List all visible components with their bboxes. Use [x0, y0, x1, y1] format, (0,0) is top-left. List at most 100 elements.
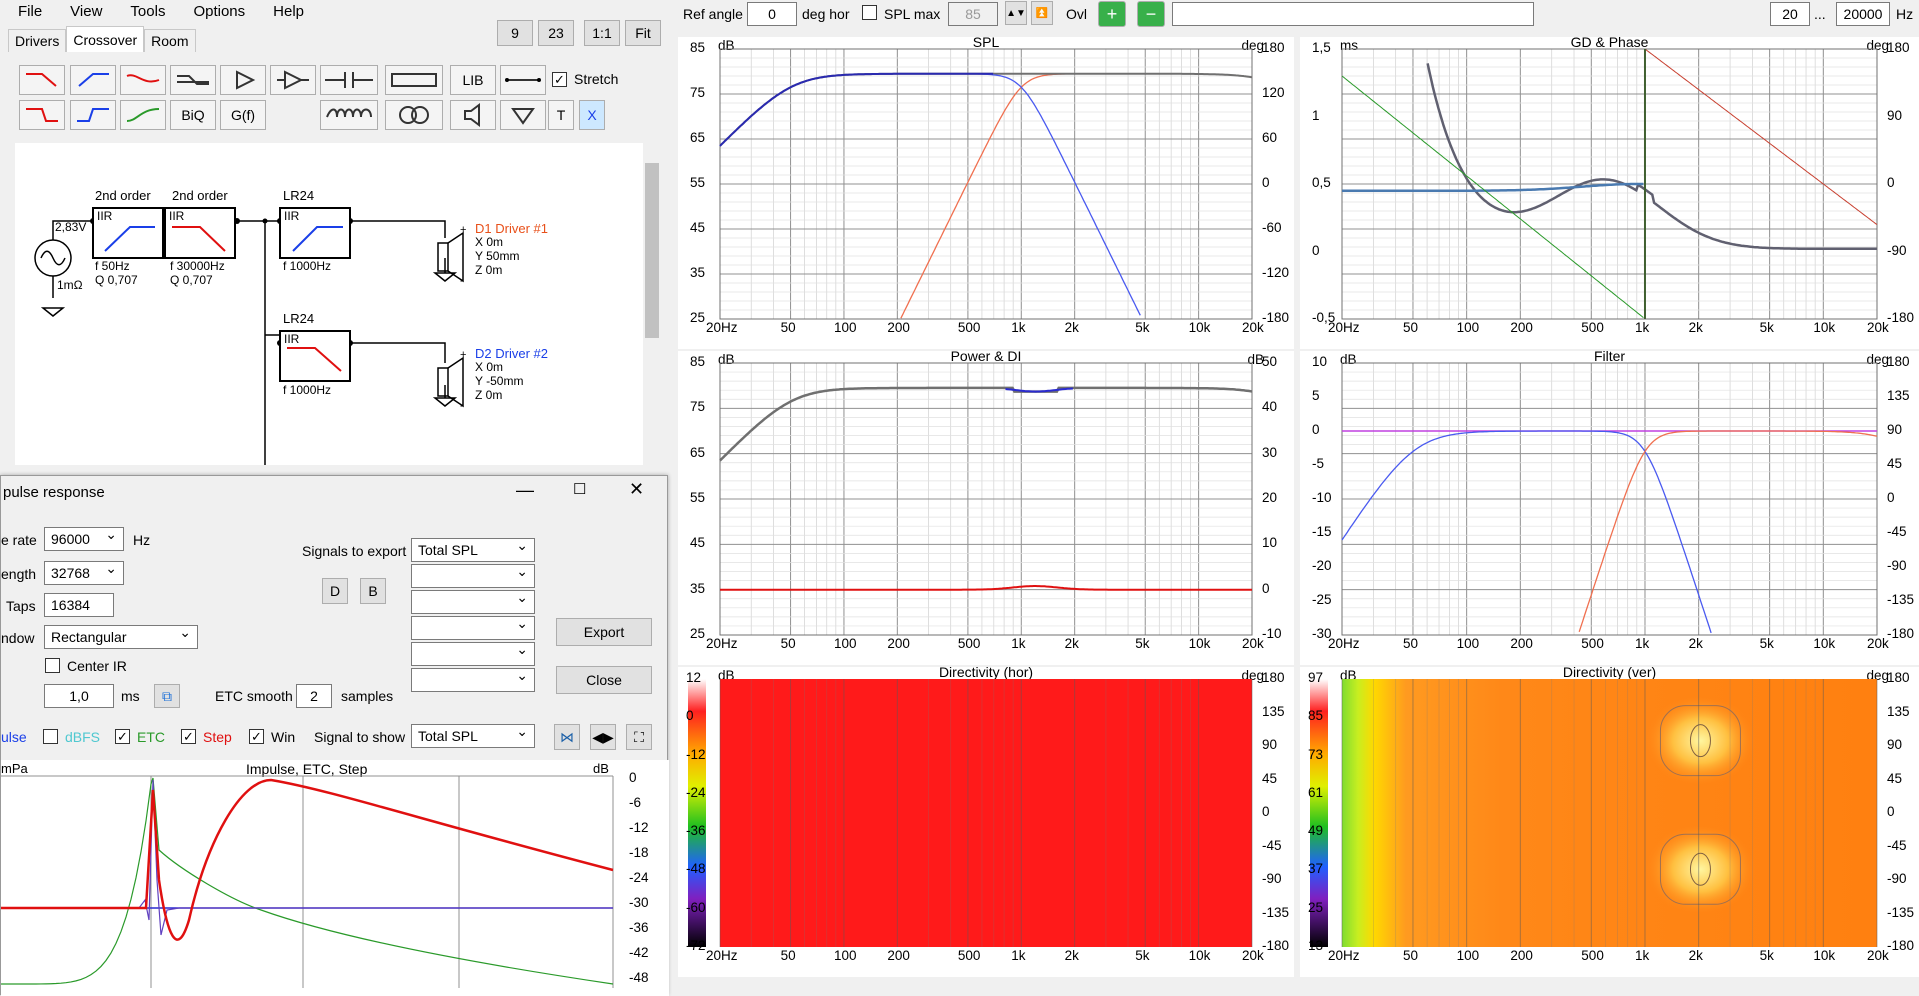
chart-gd-ytick-left: 0,5 — [1312, 175, 1331, 190]
status-field[interactable] — [1172, 2, 1534, 26]
taps-input[interactable]: 16384 — [44, 593, 114, 617]
export-signal-3[interactable] — [411, 589, 535, 614]
x-button[interactable]: X — [579, 100, 605, 130]
center-ir-checkbox[interactable] — [45, 658, 60, 673]
library-button[interactable]: LIB — [450, 65, 496, 95]
copy-icon[interactable]: ⧉ — [154, 684, 180, 708]
capacitor-tool[interactable] — [320, 65, 378, 95]
dialog-close-button[interactable]: Close — [556, 666, 652, 694]
samples-label: samples — [341, 688, 394, 704]
menu-tools[interactable]: Tools — [112, 0, 175, 24]
length-select[interactable]: 32768 — [44, 560, 124, 585]
spl-max-checkbox[interactable] — [862, 5, 877, 20]
highpass-1-tool[interactable] — [70, 65, 116, 95]
fullscreen-icon[interactable]: ⛶ — [626, 724, 652, 750]
etc-checkbox[interactable]: ✓ — [115, 729, 130, 744]
stretch-horizontal-icon[interactable]: ◀▶ — [590, 724, 616, 750]
chart-dirv-xtick: 2k — [1688, 948, 1703, 963]
zoom-9-button[interactable]: 9 — [497, 20, 533, 46]
export-button[interactable]: Export — [556, 618, 652, 646]
export-signal-1[interactable]: Total SPL — [411, 537, 535, 562]
filter2-type[interactable]: IIR — [169, 209, 184, 223]
chart-gd-xtick: 2k — [1688, 320, 1703, 335]
biquad-button[interactable]: BiQ — [170, 100, 216, 130]
zoom-1to1-button[interactable]: 1:1 — [584, 20, 620, 46]
export-signal-6[interactable] — [411, 667, 535, 692]
chart-dirh: Directivity (hor) dB deg 12 0 -12 -24 -36 -48… — [678, 664, 1294, 977]
spl-reset-icon[interactable]: ⏫ — [1031, 1, 1053, 25]
freq-from-input[interactable]: 20 — [1770, 2, 1810, 26]
chart-gd-plot[interactable] — [1300, 37, 1919, 349]
tab-room[interactable]: Room — [144, 29, 196, 52]
window-select[interactable]: Rectangular — [44, 624, 198, 649]
freq-to-input[interactable]: 20000 — [1836, 2, 1890, 26]
bandpass-tool[interactable] — [120, 65, 166, 95]
shelf-tool[interactable] — [170, 65, 216, 95]
menu-view[interactable]: View — [52, 0, 112, 24]
spl-max-input[interactable]: 85 — [948, 2, 998, 26]
chart-dirh-plot[interactable] — [678, 667, 1294, 977]
step-checkbox[interactable]: ✓ — [181, 729, 196, 744]
chart-filter-ytick-right: -45 — [1887, 524, 1907, 539]
export-signal-4[interactable] — [411, 615, 535, 640]
chart-power-plot[interactable] — [678, 351, 1294, 665]
filter1-type[interactable]: IIR — [97, 209, 112, 223]
menu-file[interactable]: File — [0, 0, 52, 24]
zoom-in-icon[interactable]: + — [1098, 1, 1126, 27]
signal-to-show-select[interactable]: Total SPL — [411, 723, 535, 748]
lowpass-2-tool[interactable] — [19, 100, 65, 130]
spl-spinner-icon[interactable]: ▲▼ — [1005, 1, 1027, 25]
chart-filter-ytick-right: 90 — [1887, 422, 1903, 437]
minimize-icon[interactable]: — — [516, 480, 534, 501]
win-checkbox[interactable]: ✓ — [249, 729, 264, 744]
sample-rate-select[interactable]: 96000 — [44, 526, 124, 551]
speaker-tool[interactable] — [450, 100, 496, 130]
chart-filter-plot[interactable] — [1300, 351, 1919, 665]
driver1-name[interactable]: D1 Driver #1 — [475, 221, 548, 236]
menu-options[interactable]: Options — [175, 0, 255, 24]
chart-spl-plot[interactable] — [678, 37, 1294, 349]
tab-drivers[interactable]: Drivers — [8, 29, 67, 52]
wire-tool[interactable] — [500, 65, 546, 95]
t-button[interactable]: T — [548, 100, 574, 130]
driver2-name[interactable]: D2 Driver #2 — [475, 346, 548, 361]
ref-angle-input[interactable]: 0 — [747, 2, 797, 26]
amplifier-tool[interactable] — [220, 65, 266, 95]
gf-button[interactable]: G(f) — [220, 100, 266, 130]
resistor-tool[interactable] — [385, 65, 443, 95]
zoom-fit-button[interactable]: Fit — [625, 20, 661, 46]
tab-crossover[interactable]: Crossover — [66, 26, 145, 52]
chart-dirh-ytick-right: -180 — [1262, 938, 1290, 953]
zoom-23-button[interactable]: 23 — [538, 20, 574, 46]
maximize-icon[interactable]: ☐ — [573, 480, 586, 498]
ground-tool[interactable] — [500, 100, 546, 130]
lowpass-1-tool[interactable] — [19, 65, 65, 95]
etc-smooth-input[interactable]: 2 — [296, 684, 332, 708]
b-button[interactable]: B — [360, 578, 386, 604]
crossover-schematic: 2,83V 1mΩ 2nd order IIR f 50Hz Q 0,707 2… — [15, 143, 661, 465]
impulse-plot[interactable] — [1, 760, 669, 996]
chart-dirh-ytick-left: 12 — [686, 670, 702, 685]
chart-dirv-plot[interactable] — [1300, 667, 1919, 977]
highpass-2-tool[interactable] — [70, 100, 116, 130]
close-icon[interactable]: ✕ — [629, 479, 644, 500]
allpass-tool[interactable] — [120, 100, 166, 130]
ms-input[interactable]: 1,0 — [44, 684, 114, 708]
menu-help[interactable]: Help — [255, 0, 314, 24]
transformer-tool[interactable] — [385, 100, 443, 130]
schematic-scrollbar[interactable] — [643, 143, 661, 465]
zoom-out-icon[interactable]: − — [1137, 1, 1165, 27]
chart-gd-xtick: 5k — [1759, 320, 1774, 335]
d-button[interactable]: D — [322, 578, 348, 604]
dbfs-checkbox[interactable] — [43, 729, 58, 744]
filter3-type[interactable]: IIR — [284, 209, 299, 223]
export-signal-2[interactable] — [411, 563, 535, 588]
stretch-checkbox[interactable]: ✓ — [552, 72, 567, 87]
chart-dirv-xtick: 20k — [1867, 948, 1889, 963]
chart-gd: GD & Phase ms deg 1,5 1 0,5 0 -0,5 180 90 0 -90-… — [1300, 34, 1919, 349]
inductor-tool[interactable] — [320, 100, 378, 130]
buffer-tool[interactable] — [270, 65, 316, 95]
export-signal-5[interactable] — [411, 641, 535, 666]
shrink-icon[interactable]: ⋈ — [554, 724, 580, 750]
filter4-type[interactable]: IIR — [284, 332, 299, 346]
